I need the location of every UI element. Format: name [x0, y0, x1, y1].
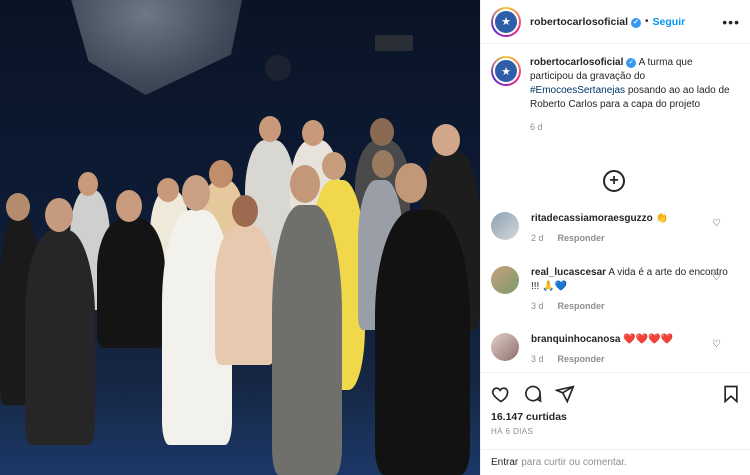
comment-username[interactable]: branquinhocanosa [531, 334, 620, 345]
post-header: ★ robertocarlosoficial ✓ • Seguir ••• [481, 0, 750, 44]
person-head [6, 193, 30, 221]
username-text: robertocarlosoficial [530, 15, 629, 28]
comment-username[interactable]: real_lucascesar [531, 267, 606, 278]
comment-like-icon[interactable]: ♡ [712, 272, 721, 283]
person-dark-suit [25, 230, 95, 445]
person-head [157, 178, 179, 202]
person-head [182, 175, 210, 211]
more-icon[interactable]: ••• [722, 14, 740, 30]
comment-age: 3 d [531, 301, 544, 311]
person-head [432, 124, 460, 156]
person-black-shirt [375, 210, 470, 475]
person-head [322, 152, 346, 180]
avatar-logo-icon: ★ [493, 58, 519, 84]
caption-avatar[interactable]: ★ [491, 56, 521, 86]
person-head [209, 160, 233, 188]
commenter-avatar[interactable] [491, 333, 519, 361]
person-head [370, 118, 394, 146]
like-count[interactable]: 16.147 curtidas [491, 411, 741, 423]
heart-icon[interactable] [491, 384, 511, 404]
person-lace-dress [215, 225, 275, 365]
studio-lamp [375, 35, 413, 51]
instagram-post: ★ robertocarlosoficial ✓ • Seguir ••• ★ r… [0, 0, 750, 475]
caption-age: 6 d [530, 122, 543, 132]
comment-item: ritadecassiamoraesguzzo 👏 2 d Responder ♡ [491, 212, 731, 245]
person-head [45, 198, 73, 232]
post-photo[interactable] [0, 0, 480, 475]
comment-meta: 3 d Responder [531, 352, 731, 366]
separator-dot: • [645, 16, 649, 27]
comment-text: ❤️❤️❤️❤️ [623, 334, 674, 345]
share-icon[interactable] [555, 384, 575, 404]
post-side-panel: ★ robertocarlosoficial ✓ • Seguir ••• ★ r… [480, 0, 750, 475]
post-actions: 16.147 curtidas HÁ 6 DIAS [481, 372, 750, 436]
person-head [372, 150, 394, 178]
person-head [290, 165, 320, 203]
person-head [78, 172, 98, 196]
post-caption: ★ robertocarlosoficial ✓ A turma que part… [481, 44, 750, 134]
comment-body: ritadecassiamoraesguzzo 👏 2 d Responder [531, 212, 731, 245]
follow-button[interactable]: Seguir [653, 16, 686, 28]
comment-body: real_lucascesar A vida é a arte do encon… [531, 266, 731, 313]
caption-hashtag[interactable]: #EmocoesSertanejas [530, 85, 625, 96]
load-more-comments-icon[interactable]: + [603, 170, 625, 192]
person-head [395, 163, 427, 203]
add-comment-bar: Entrar para curtir ou comentar. [481, 449, 750, 475]
comment-like-icon[interactable]: ♡ [712, 339, 721, 350]
caption-text: robertocarlosoficial ✓ A turma que partic… [530, 56, 735, 134]
person-head [302, 120, 324, 146]
person-black-dress [97, 218, 165, 348]
comment-icon[interactable] [523, 384, 543, 404]
studio-umbrella [60, 0, 250, 95]
avatar-logo-icon: ★ [493, 8, 519, 35]
post-date: HÁ 6 DIAS [491, 427, 534, 436]
comment-meta: 2 d Responder [531, 231, 731, 245]
comment-age: 2 d [531, 233, 544, 243]
person-head [116, 190, 142, 222]
person-head [232, 195, 258, 227]
reply-button[interactable]: Responder [558, 233, 605, 243]
commenter-avatar[interactable] [491, 212, 519, 240]
author-avatar[interactable]: ★ [491, 6, 521, 37]
caption-username[interactable]: robertocarlosoficial [530, 57, 623, 68]
comment-age: 3 d [531, 354, 544, 364]
person-vest [272, 205, 342, 475]
comment-item: real_lucascesar A vida é a arte do encon… [491, 266, 731, 313]
commenter-avatar[interactable] [491, 266, 519, 294]
reply-button[interactable]: Responder [558, 301, 605, 311]
comment-username[interactable]: ritadecassiamoraesguzzo [531, 213, 653, 224]
bookmark-icon[interactable] [721, 384, 741, 404]
action-icons [491, 383, 741, 405]
comment-like-icon[interactable]: ♡ [712, 218, 721, 229]
studio-light [265, 55, 291, 81]
reply-button[interactable]: Responder [558, 354, 605, 364]
login-link[interactable]: Entrar [491, 457, 518, 468]
add-comment-hint: para curtir ou comentar. [521, 457, 627, 468]
comment-body: branquinhocanosa ❤️❤️❤️❤️ 3 d Responder [531, 333, 731, 366]
verified-icon: ✓ [626, 58, 637, 68]
verified-icon: ✓ [631, 17, 642, 28]
author-username[interactable]: robertocarlosoficial ✓ [530, 15, 642, 28]
comment-item: branquinhocanosa ❤️❤️❤️❤️ 3 d Responder ♡ [491, 333, 731, 366]
comment-text: 👏 [655, 213, 668, 224]
person-head [259, 116, 281, 142]
comment-meta: 3 d Responder [531, 299, 731, 313]
